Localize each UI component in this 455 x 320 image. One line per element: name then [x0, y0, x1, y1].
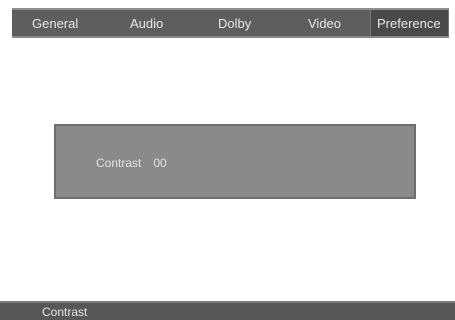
status-text: Contrast: [42, 305, 88, 319]
setup-menu-bar: General Audio Dolby Video Preference: [12, 8, 449, 38]
contrast-label: Contrast: [96, 156, 142, 170]
status-bar: Contrast: [0, 301, 455, 320]
tab-dolby[interactable]: Dolby: [218, 10, 251, 36]
contrast-setting-panel[interactable]: Contrast 00: [54, 124, 416, 199]
tab-video[interactable]: Video: [308, 10, 341, 36]
tab-audio[interactable]: Audio: [130, 10, 163, 36]
contrast-setting-row[interactable]: Contrast 00: [96, 156, 167, 170]
tab-preference[interactable]: Preference: [370, 10, 449, 36]
tab-general[interactable]: General: [32, 10, 78, 36]
contrast-value[interactable]: 00: [153, 156, 166, 170]
